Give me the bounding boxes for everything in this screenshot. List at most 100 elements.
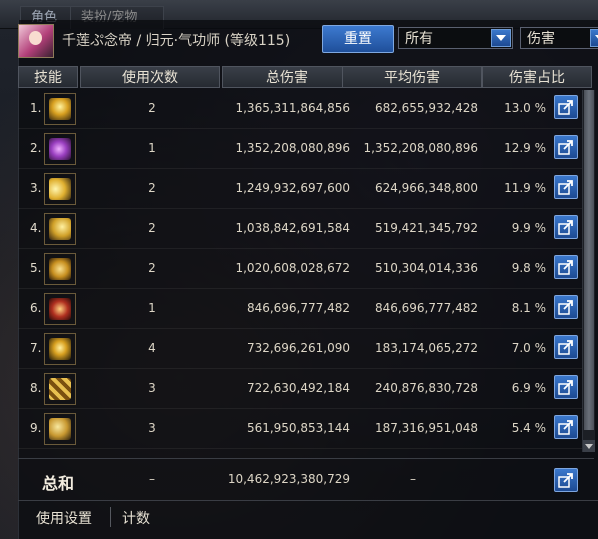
- totals-label: 总和: [42, 474, 75, 493]
- share-icon[interactable]: [554, 415, 578, 439]
- row-damage-share: 11.9 %: [504, 181, 546, 195]
- row-rank: 3.: [30, 181, 42, 195]
- column-header-total-damage[interactable]: 总伤害: [222, 66, 352, 88]
- share-icon[interactable]: [554, 468, 578, 492]
- golden-wave-skill-icon: [44, 173, 76, 205]
- table-row[interactable]: 4. 2 1,038,842,691,584 519,421,345,792 9…: [18, 210, 592, 249]
- row-rank: 8.: [30, 381, 42, 395]
- footer-tabs: 使用设置 计数: [18, 500, 598, 533]
- totals-total-damage: 10,462,923,380,729: [227, 472, 350, 486]
- row-rank: 1.: [30, 101, 42, 115]
- table-row[interactable]: 9. 3 561,950,853,144 187,316,951,048 5.4…: [18, 410, 592, 449]
- column-header-uses[interactable]: 使用次数: [80, 66, 220, 88]
- table-header: 技能 使用次数 总伤害 平均伤害 伤害占比: [18, 66, 592, 88]
- row-total-damage: 561,950,853,144: [246, 421, 350, 435]
- column-header-damage-share[interactable]: 伤害占比: [482, 66, 592, 88]
- totals-uses: –: [149, 472, 155, 486]
- share-icon[interactable]: [554, 255, 578, 279]
- golden-spiral-skill-icon: [44, 253, 76, 285]
- table-row[interactable]: 6. 1 846,696,777,482 846,696,777,482 8.1…: [18, 290, 592, 329]
- row-average-damage: 519,421,345,792: [374, 221, 478, 235]
- column-header-skill[interactable]: 技能: [18, 66, 78, 88]
- share-icon[interactable]: [554, 335, 578, 359]
- totals-average-damage: –: [410, 472, 416, 486]
- row-damage-share: 12.9 %: [504, 141, 546, 155]
- row-average-damage: 846,696,777,482: [374, 301, 478, 315]
- share-icon[interactable]: [554, 215, 578, 239]
- row-uses: 4: [148, 341, 156, 355]
- share-icon[interactable]: [554, 375, 578, 399]
- golden-strike-skill-icon: [44, 213, 76, 245]
- golden-kick-skill-icon: [44, 413, 76, 445]
- row-uses: 1: [148, 301, 156, 315]
- table-row[interactable]: 7. 4 732,696,261,090 183,174,065,272 7.0…: [18, 330, 592, 369]
- reset-button[interactable]: 重置: [322, 25, 394, 53]
- vertical-scrollbar[interactable]: [582, 90, 595, 452]
- row-uses: 2: [148, 261, 156, 275]
- row-total-damage: 722,630,492,184: [246, 381, 350, 395]
- row-rank: 9.: [30, 421, 42, 435]
- row-rank: 7.: [30, 341, 42, 355]
- row-average-damage: 1,352,208,080,896: [363, 141, 478, 155]
- row-uses: 2: [148, 221, 156, 235]
- row-damage-share: 6.9 %: [511, 381, 546, 395]
- metric-select-value: 伤害: [527, 31, 555, 47]
- row-damage-share: 9.8 %: [511, 261, 546, 275]
- metric-select[interactable]: 伤害: [520, 27, 598, 49]
- share-icon[interactable]: [554, 175, 578, 199]
- row-damage-share: 9.9 %: [511, 221, 546, 235]
- row-damage-share: 5.4 %: [511, 421, 546, 435]
- row-average-damage: 187,316,951,048: [374, 421, 478, 435]
- table-row[interactable]: 2. 1 1,352,208,080,896 1,352,208,080,896…: [18, 130, 592, 169]
- row-average-damage: 510,304,014,336: [374, 261, 478, 275]
- row-uses: 3: [148, 421, 156, 435]
- scroll-down-icon[interactable]: [583, 440, 595, 452]
- divider: [110, 507, 111, 527]
- character-title: 千莲ぷ念帝 / 归元·气功师 (等级115): [62, 33, 291, 49]
- avatar-face-icon: [29, 31, 42, 45]
- row-total-damage: 732,696,261,090: [246, 341, 350, 355]
- row-uses: 2: [148, 181, 156, 195]
- row-rank: 6.: [30, 301, 42, 315]
- row-total-damage: 846,696,777,482: [246, 301, 350, 315]
- share-icon[interactable]: [554, 95, 578, 119]
- row-average-damage: 240,876,830,728: [374, 381, 478, 395]
- row-rank: 5.: [30, 261, 42, 275]
- divider: [18, 458, 594, 459]
- chevron-down-icon[interactable]: [590, 29, 598, 47]
- table-row[interactable]: 5. 2 1,020,608,028,672 510,304,014,336 9…: [18, 250, 592, 289]
- chevron-down-icon[interactable]: [491, 29, 511, 47]
- totals-row: 总和 – 10,462,923,380,729 –: [18, 462, 592, 498]
- row-total-damage: 1,352,208,080,896: [235, 141, 350, 155]
- row-damage-share: 8.1 %: [511, 301, 546, 315]
- table-row[interactable]: 1. 2 1,365,311,864,856 682,655,932,428 1…: [18, 90, 592, 129]
- tab-usage-settings[interactable]: 使用设置: [36, 508, 92, 528]
- row-total-damage: 1,020,608,028,672: [235, 261, 350, 275]
- row-damage-share: 7.0 %: [511, 341, 546, 355]
- row-uses: 1: [148, 141, 156, 155]
- row-total-damage: 1,249,932,697,600: [235, 181, 350, 195]
- golden-sigil-skill-icon: [44, 373, 76, 405]
- filter-select-value: 所有: [405, 31, 433, 47]
- character-avatar: [18, 24, 54, 58]
- row-uses: 3: [148, 381, 156, 395]
- row-average-damage: 682,655,932,428: [374, 101, 478, 115]
- scroll-thumb[interactable]: [584, 90, 594, 430]
- panel-header: 千莲ぷ念帝 / 归元·气功师 (等级115) 重置 所有 伤害: [18, 24, 598, 58]
- share-icon[interactable]: [554, 295, 578, 319]
- filter-select[interactable]: 所有: [398, 27, 513, 49]
- column-header-average-damage[interactable]: 平均伤害: [342, 66, 482, 88]
- row-rank: 4.: [30, 221, 42, 235]
- fire-seal-skill-icon: [44, 293, 76, 325]
- table-row[interactable]: 8. 3 722,630,492,184 240,876,830,728 6.9…: [18, 370, 592, 409]
- row-average-damage: 183,174,065,272: [374, 341, 478, 355]
- row-total-damage: 1,365,311,864,856: [235, 101, 350, 115]
- row-average-damage: 624,966,348,800: [374, 181, 478, 195]
- table-row[interactable]: 3. 2 1,249,932,697,600 624,966,348,800 1…: [18, 170, 592, 209]
- row-total-damage: 1,038,842,691,584: [235, 221, 350, 235]
- golden-burst-skill-icon: [44, 93, 76, 125]
- row-damage-share: 13.0 %: [504, 101, 546, 115]
- tab-count[interactable]: 计数: [122, 508, 150, 528]
- row-rank: 2.: [30, 141, 42, 155]
- share-icon[interactable]: [554, 135, 578, 159]
